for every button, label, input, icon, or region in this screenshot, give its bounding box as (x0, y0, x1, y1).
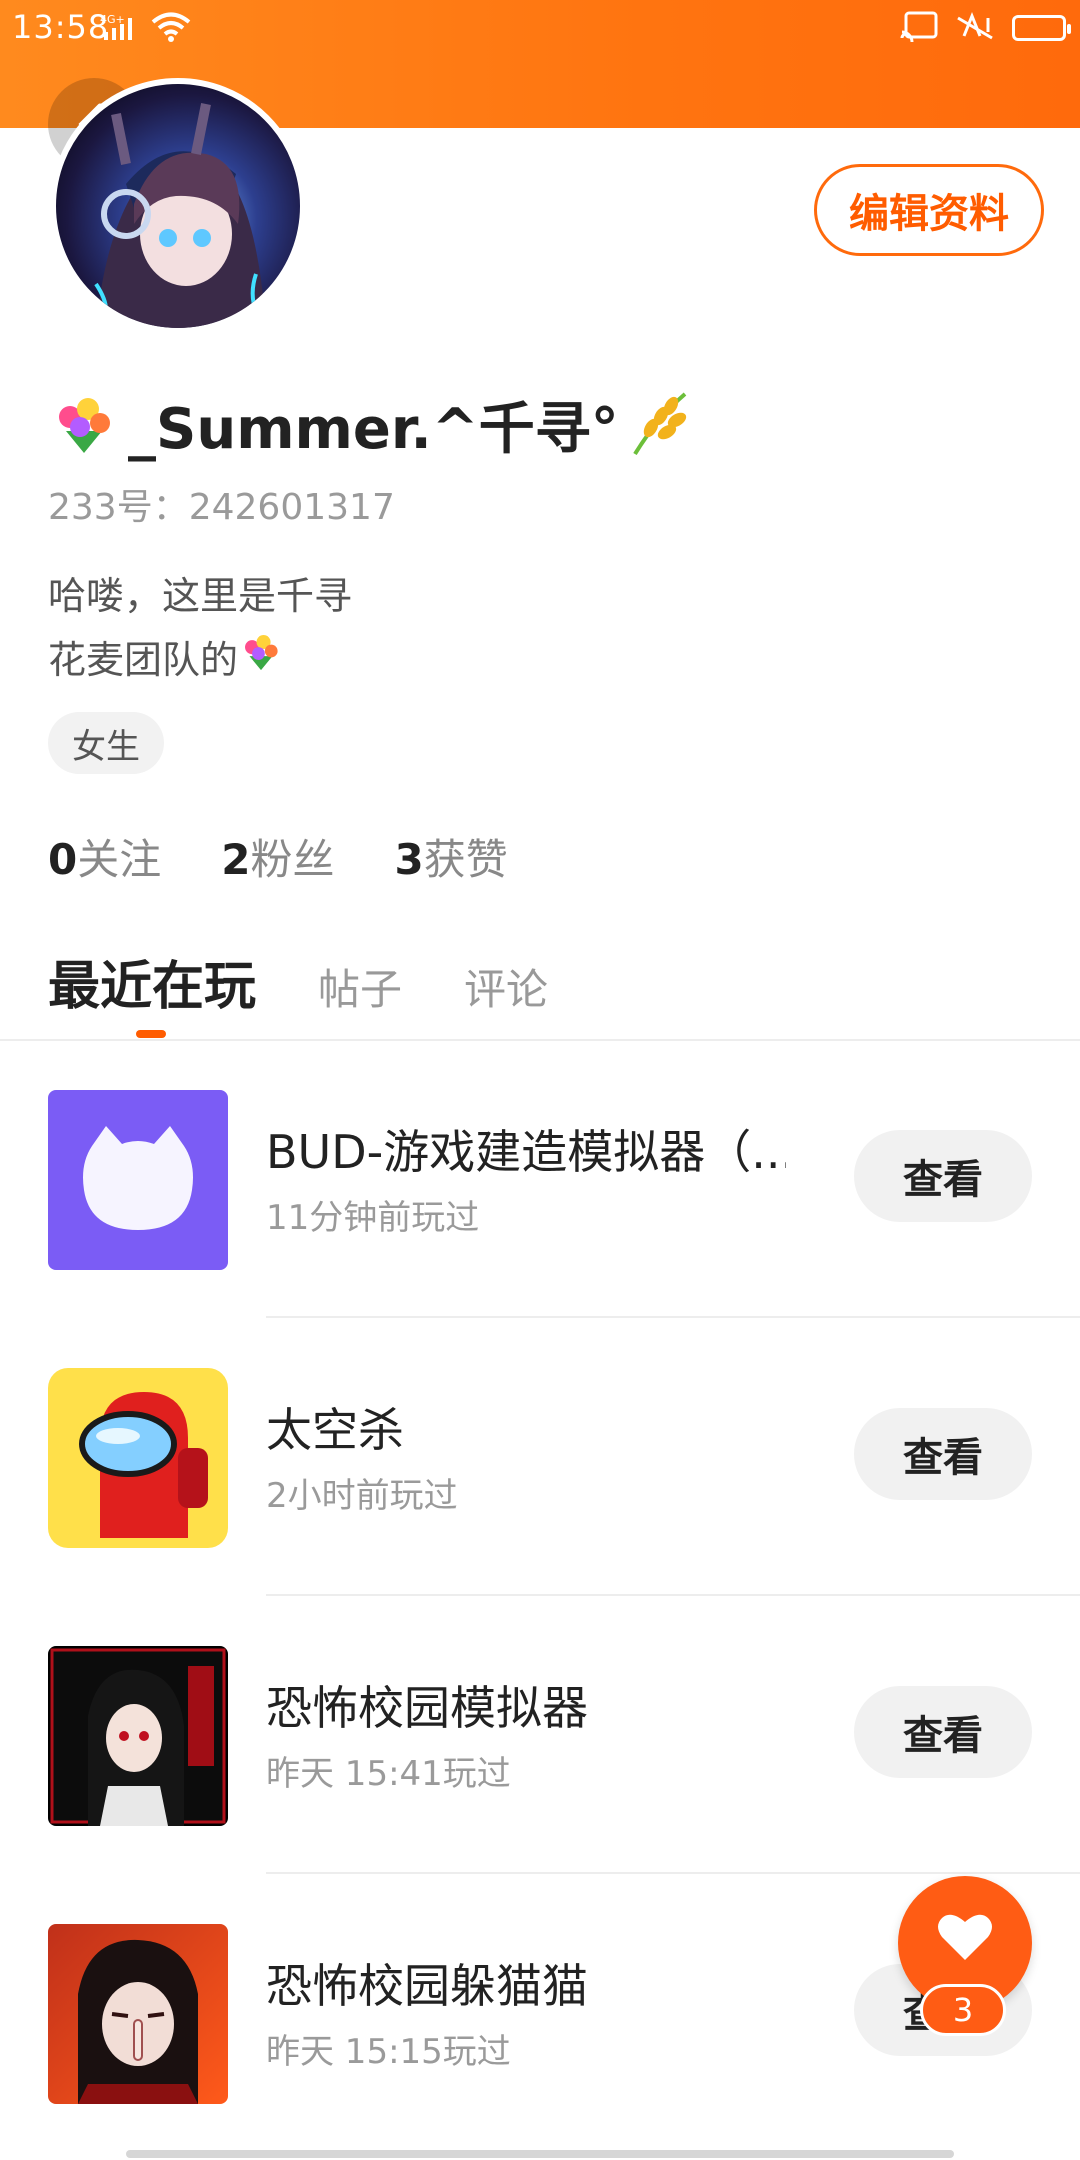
view-button[interactable]: 查看 (854, 1686, 1032, 1778)
game-title: 恐怖校园躲猫猫 (266, 1959, 588, 2013)
stat-count: 2 (221, 835, 251, 884)
stat-likes[interactable]: 3获赞 (395, 826, 508, 887)
game-icon-bud (48, 1090, 228, 1270)
avatar[interactable] (50, 78, 306, 334)
like-count-badge: 3 (920, 1984, 1006, 2036)
stat-followers[interactable]: 2粉丝 (221, 826, 334, 887)
list-item[interactable]: 太空杀 2小时前玩过 查看 (0, 1318, 1080, 1596)
game-last-played: 2小时前玩过 (266, 1476, 458, 1516)
wifi-icon (150, 10, 192, 48)
bio-line-1: 哈喽，这里是千寻 (48, 574, 353, 618)
home-indicator[interactable] (126, 2150, 954, 2158)
status-time: 13:58 (12, 8, 110, 46)
cast-icon (900, 10, 940, 46)
view-button[interactable]: 查看 (854, 1408, 1032, 1500)
view-button[interactable]: 查看 (854, 1130, 1032, 1222)
edit-profile-button[interactable]: 编辑资料 (814, 164, 1044, 256)
list-item[interactable]: BUD-游戏建造模拟器（... 11分钟前玩过 查看 (0, 1040, 1080, 1318)
active-tab-indicator (136, 1030, 166, 1038)
profile-name-row: _Summer.^千寻° (48, 384, 693, 465)
game-title: 太空杀 (266, 1403, 404, 1457)
tab-recently-played[interactable]: 最近在玩 (48, 944, 256, 1019)
game-last-played: 昨天 15:15玩过 (266, 2032, 511, 2072)
bio-line-2-text: 花麦团队的 (48, 638, 239, 682)
stat-count: 3 (394, 835, 424, 884)
heart-icon (938, 1914, 992, 1960)
user-id: 233号：242601317 (48, 487, 395, 528)
list-item[interactable]: 恐怖校园模拟器 昨天 15:41玩过 查看 (0, 1596, 1080, 1874)
flower-bouquet-small-icon (238, 628, 284, 692)
stat-label: 获赞 (423, 835, 508, 884)
status-bar: 13:58 4G+ (0, 0, 1080, 56)
avatar-image (94, 103, 268, 328)
stat-label: 粉丝 (250, 835, 335, 884)
tab-posts[interactable]: 帖子 (318, 956, 402, 1017)
stat-count: 0 (48, 835, 78, 884)
profile-tabs: 最近在玩 帖子 评论 (48, 944, 548, 1019)
tab-comments[interactable]: 评论 (464, 956, 548, 1017)
profile-stats: 0关注 2粉丝 3获赞 (48, 826, 508, 887)
profile-bio: 哈喽，这里是千寻 花麦团队的 (48, 564, 352, 692)
game-icon-horror-hide-seek (48, 1924, 228, 2104)
rice-ear-icon (627, 388, 693, 462)
game-last-played: 11分钟前玩过 (266, 1198, 480, 1238)
stat-label: 关注 (77, 835, 162, 884)
status-right (900, 10, 1071, 46)
gender-tag: 女生 (48, 712, 164, 774)
cellular-signal-icon: 4G+ (100, 12, 144, 46)
game-last-played: 昨天 15:41玩过 (266, 1754, 511, 1794)
flower-bouquet-icon (48, 391, 120, 459)
game-title: 恐怖校园模拟器 (266, 1681, 588, 1735)
vibrate-icon (954, 10, 998, 46)
game-title: BUD-游戏建造模拟器（... (266, 1125, 786, 1179)
bio-line-2: 花麦团队的 (48, 628, 352, 692)
profile-name: _Summer.^千寻° (128, 397, 619, 462)
battery-icon (1012, 15, 1071, 41)
game-icon-among-us (48, 1368, 228, 1548)
game-icon-horror-school (48, 1646, 228, 1826)
stat-following[interactable]: 0关注 (48, 826, 161, 887)
